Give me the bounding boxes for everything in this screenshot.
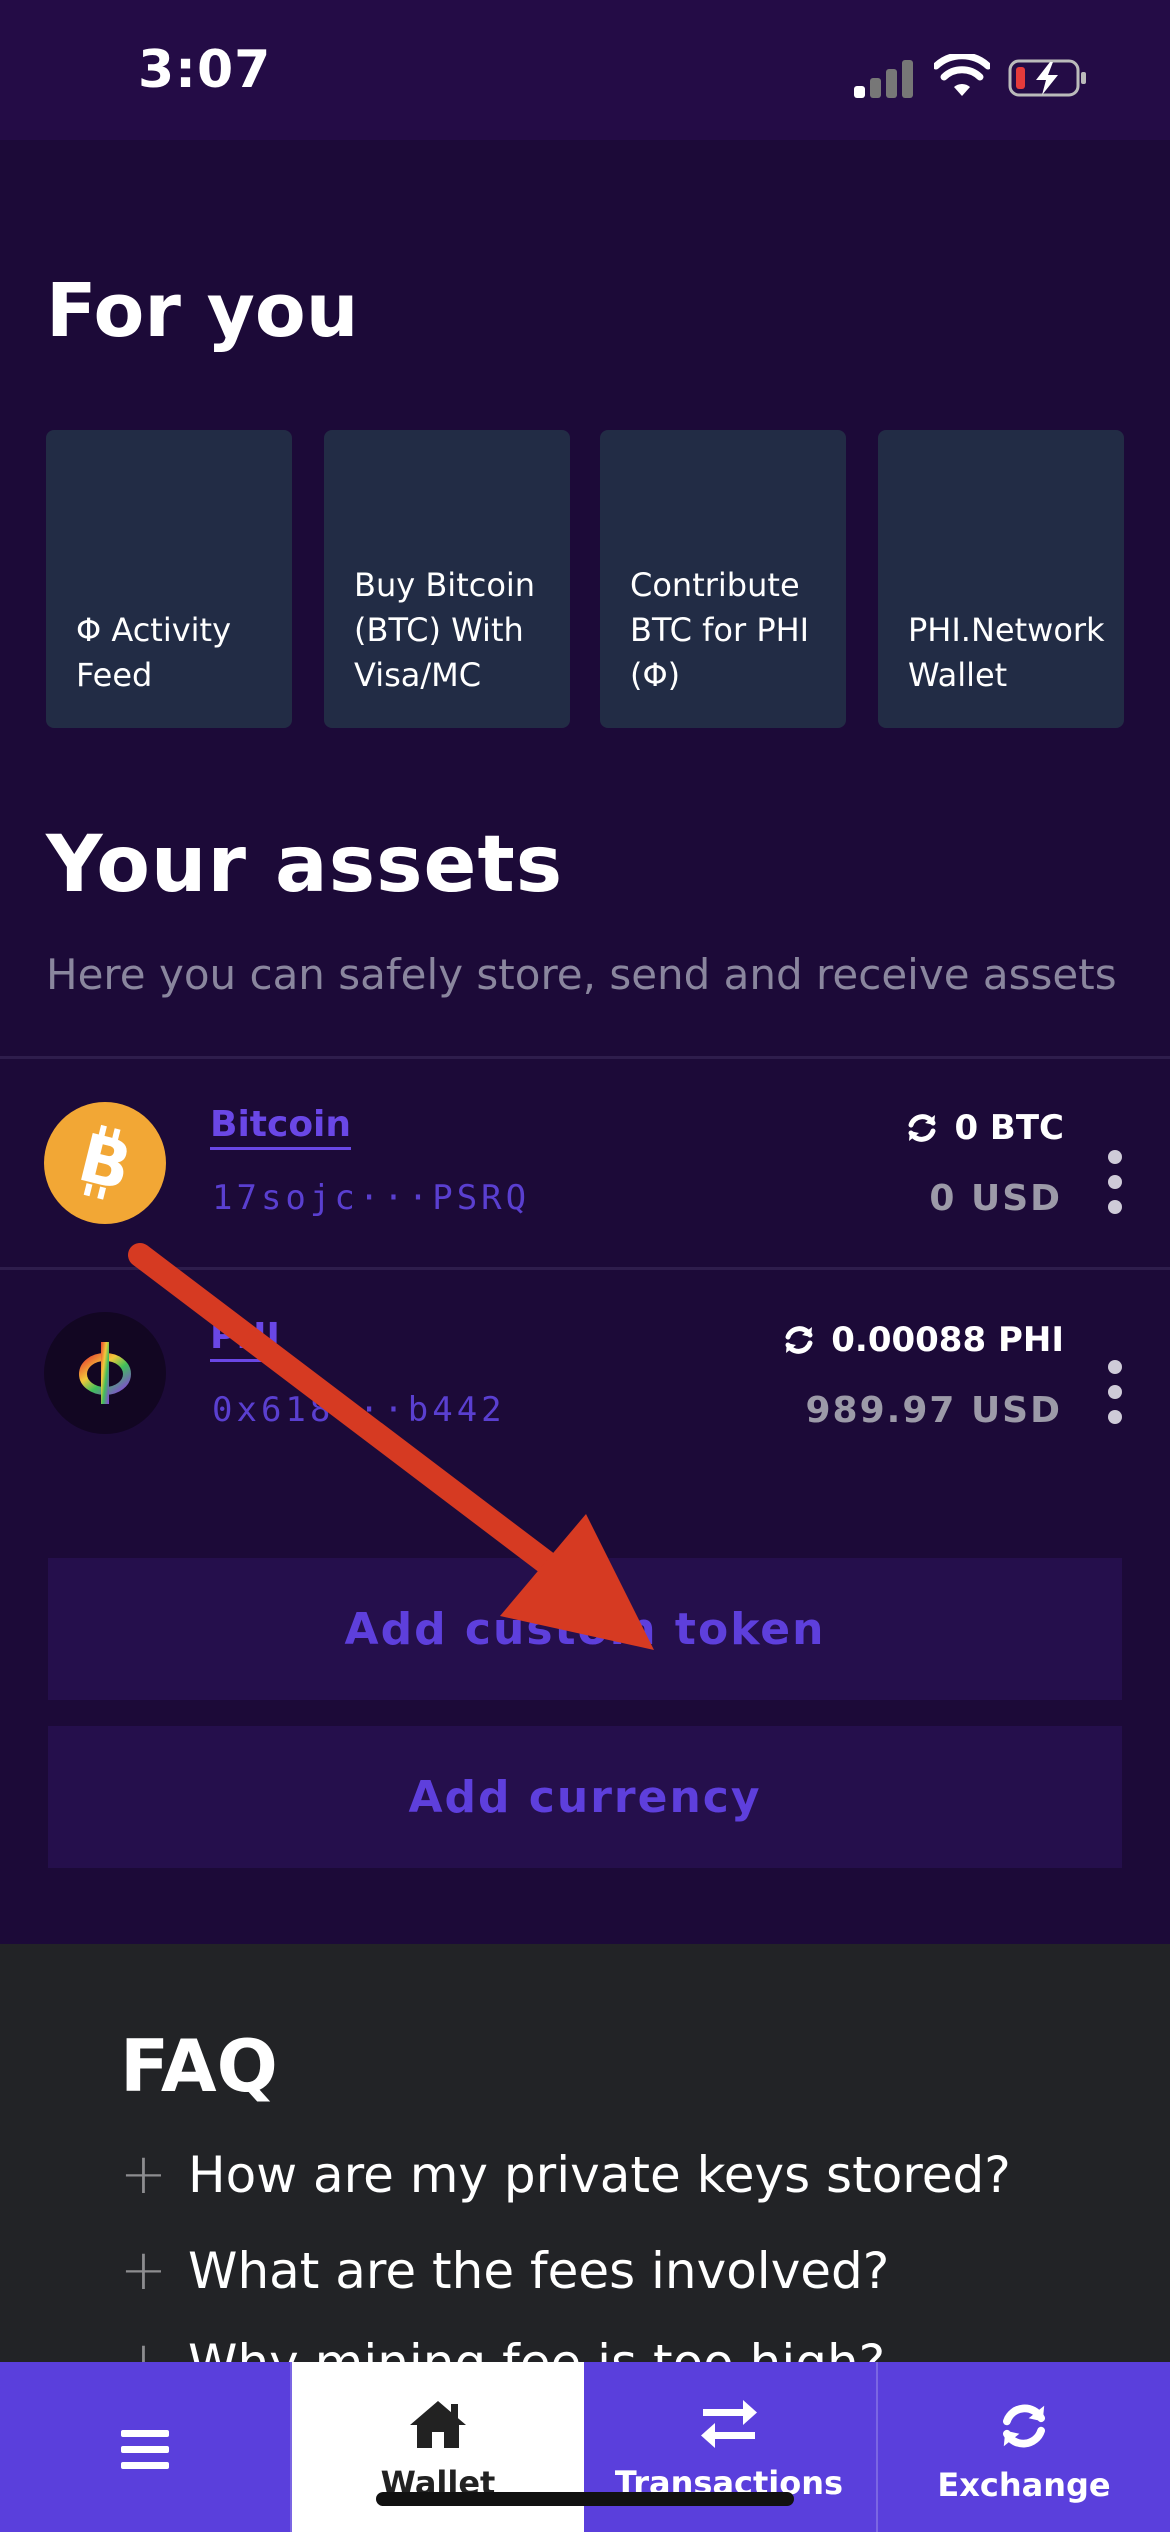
tab-transactions[interactable]: Transactions bbox=[584, 2362, 874, 2532]
refresh-icon bbox=[1003, 2404, 1045, 2448]
phi-icon bbox=[44, 1312, 166, 1434]
card-label: Buy Bitcoin (BTC) With Visa/MC bbox=[354, 566, 536, 694]
wifi-icon bbox=[934, 54, 990, 96]
tab-label: Exchange bbox=[937, 2466, 1111, 2504]
card-label: Contribute BTC for PHI (Φ) bbox=[630, 566, 810, 694]
faq-item[interactable]: + How are my private keys stored? bbox=[120, 2142, 1011, 2207]
card-contribute-btc[interactable]: Contribute BTC for PHI (Φ) bbox=[600, 430, 846, 728]
home-icon bbox=[410, 2401, 466, 2448]
faq-item[interactable]: + What are the fees involved? bbox=[120, 2238, 889, 2303]
card-activity-feed[interactable]: Φ Activity Feed bbox=[46, 430, 292, 728]
asset-usd-value: 989.97 USD bbox=[805, 1390, 1062, 1431]
tab-exchange[interactable]: Exchange bbox=[878, 2362, 1170, 2532]
faq-question: What are the fees involved? bbox=[188, 2241, 890, 2300]
asset-name-link[interactable]: PHI bbox=[210, 1316, 280, 1362]
transfer-arrows-icon bbox=[701, 2400, 757, 2448]
card-buy-bitcoin[interactable]: Buy Bitcoin (BTC) With Visa/MC bbox=[324, 430, 570, 728]
more-options-icon[interactable] bbox=[1108, 1360, 1122, 1435]
home-indicator bbox=[376, 2492, 794, 2506]
faq-title: FAQ bbox=[120, 2024, 278, 2108]
card-phi-network-wallet[interactable]: PHI.Network Wallet bbox=[878, 430, 1124, 728]
bitcoin-icon: B bbox=[44, 1102, 166, 1224]
status-time: 3:07 bbox=[138, 40, 272, 100]
asset-balance[interactable]: 0.00088 PHI bbox=[781, 1320, 1064, 1360]
plus-icon: + bbox=[120, 2238, 167, 2303]
card-label: PHI.Network Wallet bbox=[908, 611, 1105, 694]
asset-row-phi[interactable] bbox=[0, 1270, 1170, 1478]
faq-question: How are my private keys stored? bbox=[188, 2145, 1011, 2204]
menu-icon bbox=[121, 2430, 169, 2469]
asset-amount: 0 BTC bbox=[954, 1108, 1064, 1148]
cellular-signal-icon bbox=[854, 58, 914, 98]
assets-subtitle: Here you can safely store, send and rece… bbox=[46, 950, 1117, 999]
for-you-title: For you bbox=[46, 268, 359, 354]
refresh-icon[interactable] bbox=[904, 1110, 940, 1146]
card-label: Φ Activity Feed bbox=[76, 611, 232, 694]
asset-usd-value: 0 USD bbox=[929, 1178, 1062, 1219]
add-currency-button[interactable]: Add currency bbox=[48, 1726, 1122, 1868]
asset-balance[interactable]: 0 BTC bbox=[904, 1108, 1064, 1148]
tab-wallet[interactable]: Wallet bbox=[292, 2362, 584, 2532]
assets-title: Your assets bbox=[46, 820, 564, 910]
add-custom-token-button[interactable]: Add custom token bbox=[48, 1558, 1122, 1700]
refresh-icon[interactable] bbox=[781, 1322, 817, 1358]
asset-amount: 0.00088 PHI bbox=[831, 1320, 1064, 1360]
battery-charging-icon bbox=[1008, 59, 1086, 97]
plus-icon: + bbox=[120, 2142, 167, 2207]
tab-menu[interactable] bbox=[0, 2362, 290, 2532]
asset-row-bitcoin[interactable] bbox=[0, 1059, 1170, 1267]
asset-address[interactable]: 0x618···b442 bbox=[212, 1390, 506, 1430]
asset-name-link[interactable]: Bitcoin bbox=[210, 1104, 352, 1150]
asset-address[interactable]: 17sojc···PSRQ bbox=[212, 1178, 530, 1218]
more-options-icon[interactable] bbox=[1108, 1150, 1122, 1225]
